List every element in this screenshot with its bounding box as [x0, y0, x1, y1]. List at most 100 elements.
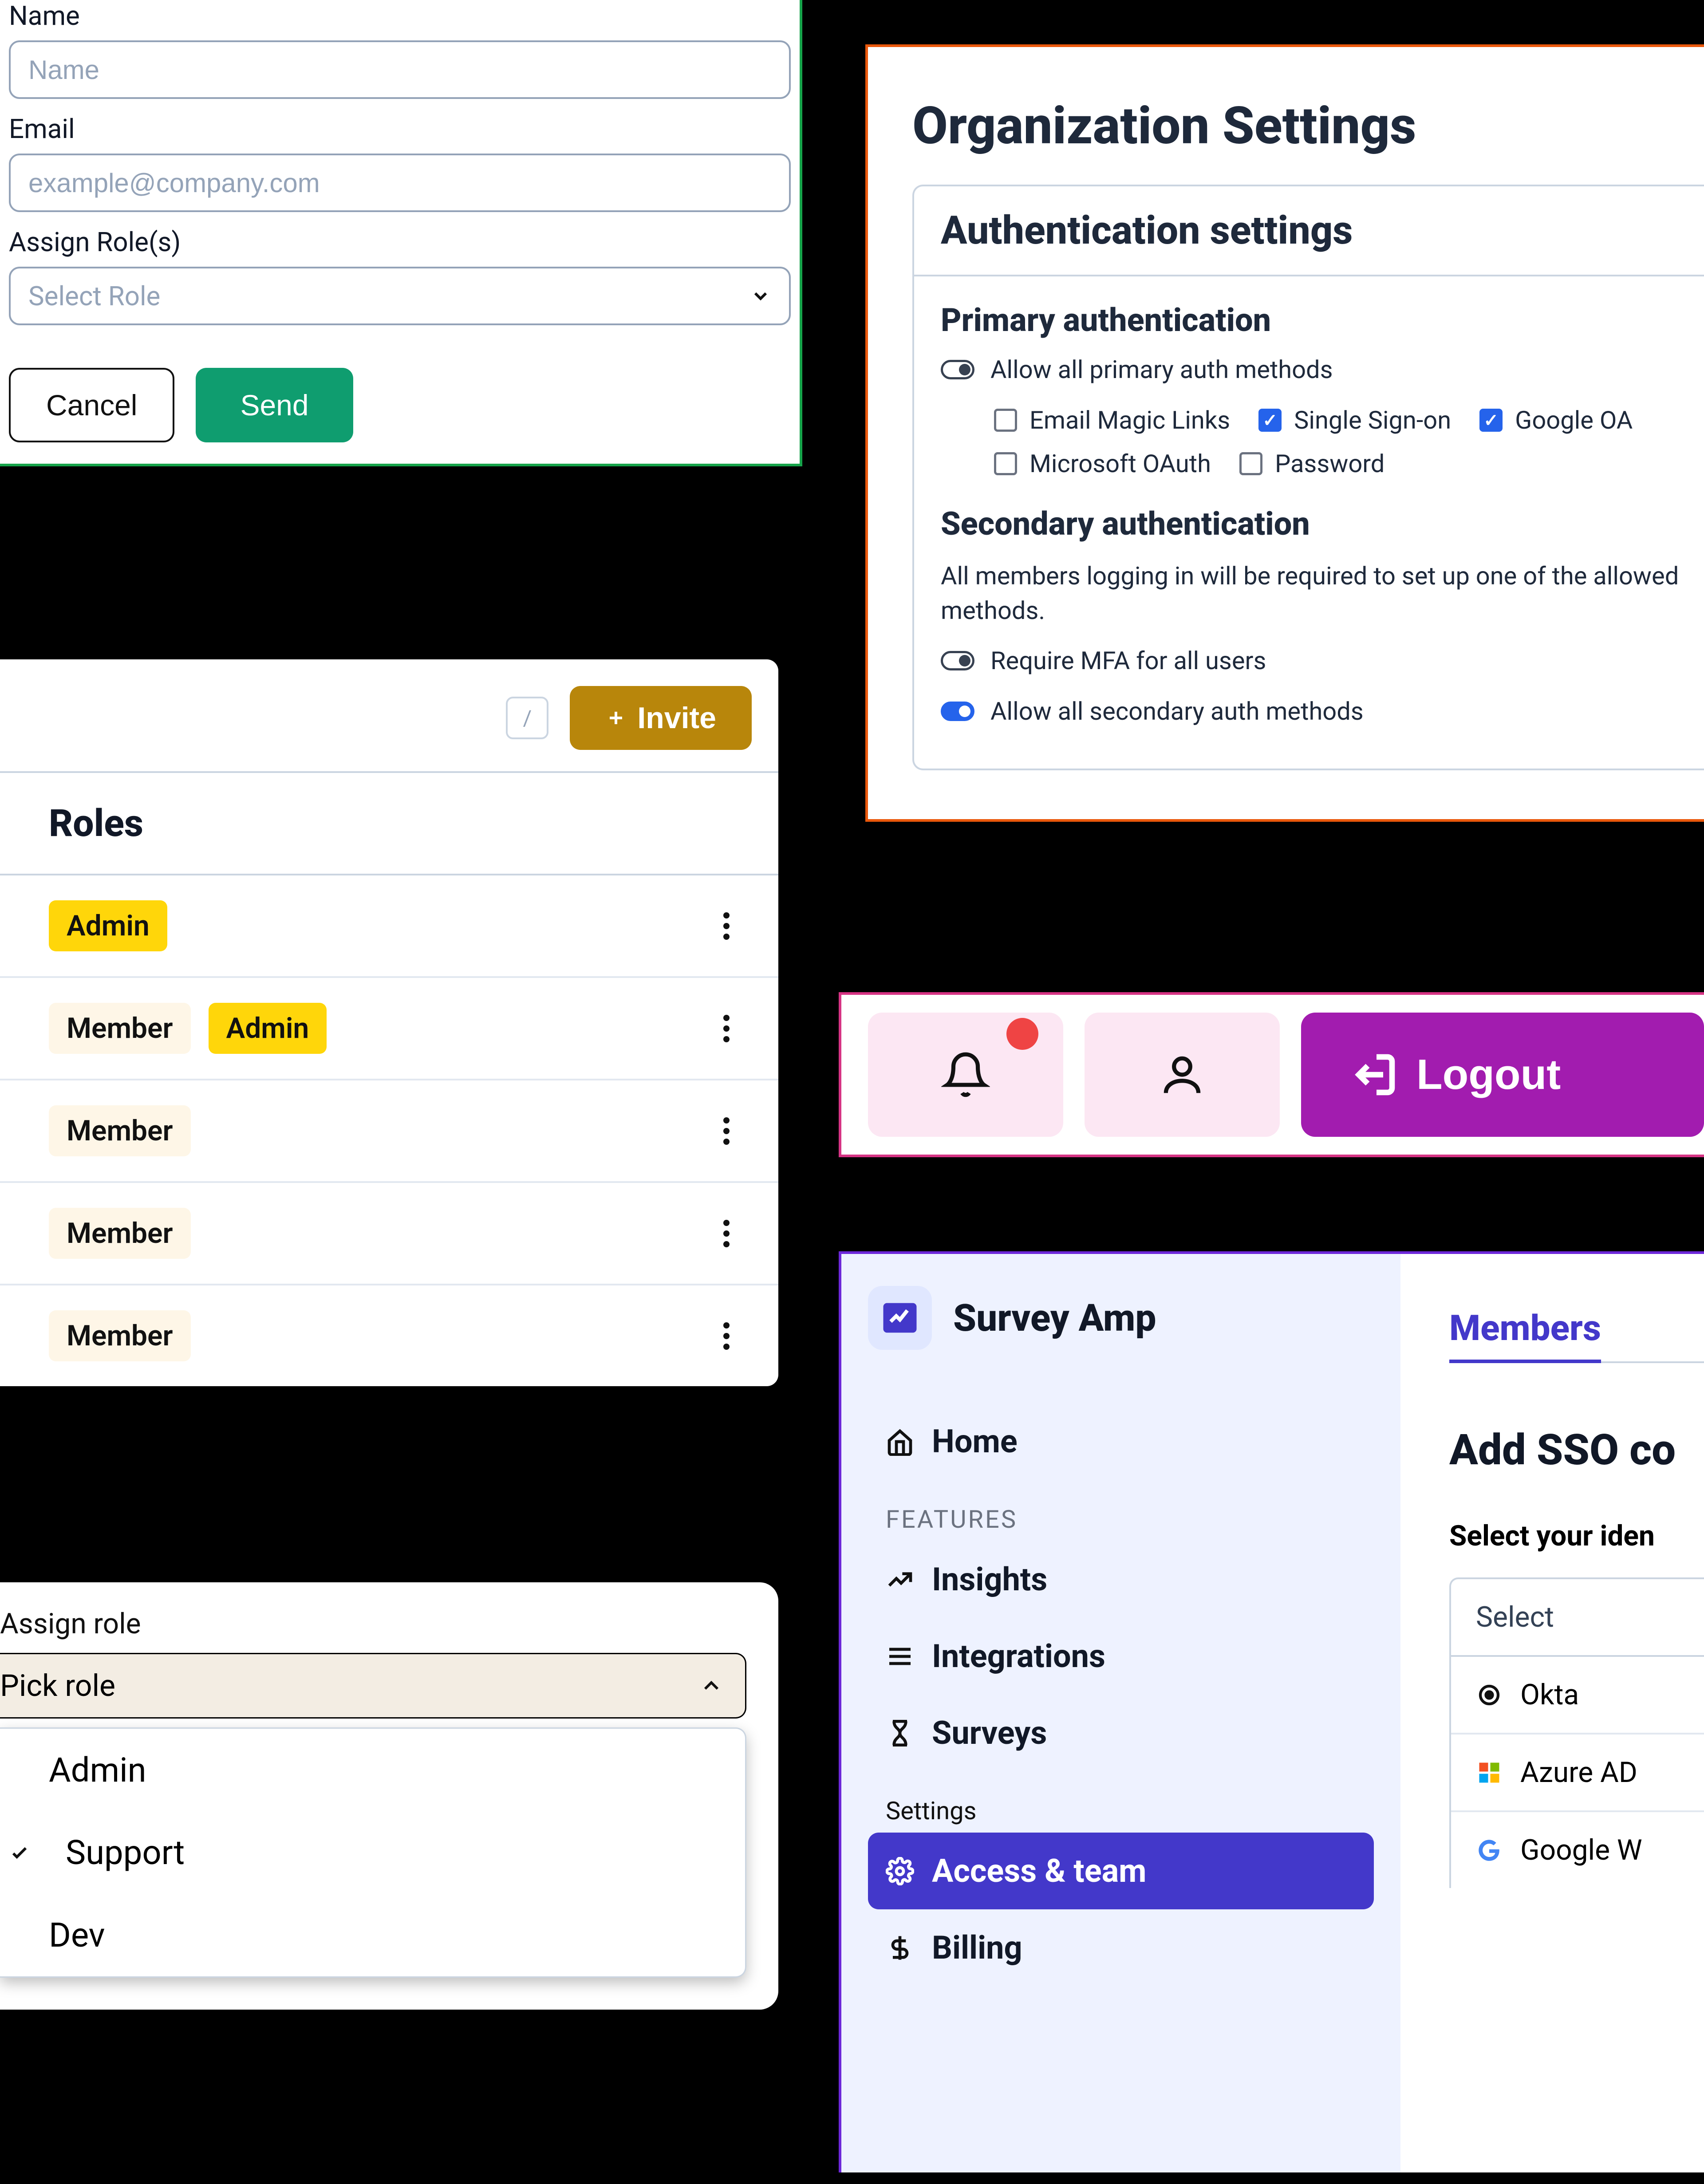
assign-role-value: Pick role — [0, 1668, 115, 1703]
logout-button[interactable]: Logout — [1301, 1013, 1704, 1137]
role-option-label: Support — [66, 1833, 185, 1873]
roles-heading: Roles — [0, 771, 778, 875]
user-icon — [1158, 1050, 1207, 1099]
sidebar-item-billing[interactable]: Billing — [868, 1909, 1374, 1986]
role-option-support[interactable]: Support — [0, 1811, 745, 1894]
magic-links-checkbox[interactable] — [994, 409, 1017, 432]
role-chip-member: Member — [49, 1310, 191, 1361]
row-menu-button[interactable] — [723, 1015, 730, 1042]
row-menu-button[interactable] — [723, 1322, 730, 1350]
idp-select[interactable]: Select — [1449, 1577, 1704, 1657]
sidebar-item-label: Billing — [932, 1929, 1022, 1967]
secondary-auth-description: All members logging in will be required … — [941, 559, 1704, 628]
assign-role-label: Assign role — [0, 1607, 746, 1640]
hourglass-icon — [886, 1719, 914, 1747]
gear-icon — [886, 1857, 914, 1885]
insights-icon — [886, 1565, 914, 1594]
sidebar-item-access-team[interactable]: Access & team — [868, 1833, 1374, 1909]
assign-role-menu: Admin Support Dev — [0, 1727, 746, 1978]
allow-secondary-label: Allow all secondary auth methods — [990, 697, 1364, 726]
idp-option-label: Okta — [1520, 1678, 1579, 1711]
idp-label: Select your iden — [1449, 1519, 1704, 1553]
role-select-placeholder: Select Role — [28, 280, 160, 312]
sidebar-item-integrations[interactable]: Integrations — [868, 1618, 1374, 1695]
microsoft-oauth-checkbox[interactable] — [994, 452, 1017, 475]
table-row: Member Admin — [0, 978, 778, 1080]
email-input[interactable] — [9, 154, 791, 212]
bell-icon — [941, 1050, 990, 1099]
table-row: Member — [0, 1080, 778, 1183]
sidebar-item-label: Home — [932, 1423, 1018, 1460]
role-option-admin[interactable]: Admin — [0, 1729, 745, 1811]
tab-members[interactable]: Members — [1449, 1307, 1601, 1363]
password-label: Password — [1275, 449, 1384, 478]
assign-role-select[interactable]: Pick role — [0, 1653, 746, 1719]
action-bar-panel: Logout — [839, 992, 1704, 1157]
require-mfa-label: Require MFA for all users — [990, 646, 1266, 675]
chevron-up-icon — [699, 1673, 724, 1698]
integrations-icon — [886, 1642, 914, 1671]
idp-option-okta[interactable]: Okta — [1451, 1657, 1704, 1735]
main-content: Members Add SSO co Select your iden Sele… — [1400, 1254, 1704, 2172]
logout-label: Logout — [1416, 1050, 1561, 1099]
okta-icon — [1476, 1682, 1503, 1708]
google-icon — [1476, 1837, 1503, 1864]
table-row: Member — [0, 1285, 778, 1386]
check-icon — [9, 1842, 30, 1863]
google-oauth-label: Google OA — [1515, 406, 1633, 435]
send-button[interactable]: Send — [196, 368, 353, 442]
idp-option-google[interactable]: Google W — [1451, 1812, 1704, 1888]
roles-label: Assign Role(s) — [9, 226, 791, 258]
sidebar-item-label: Integrations — [932, 1637, 1105, 1675]
auth-settings-card: Authentication settings Primary authenti… — [912, 185, 1704, 770]
survey-amp-panel: Survey Amp Home FEATURES Insights Integr… — [839, 1251, 1704, 2172]
require-mfa-toggle[interactable] — [941, 651, 974, 670]
name-input[interactable] — [9, 40, 791, 99]
sso-label: Single Sign-on — [1294, 406, 1451, 435]
sidebar-item-label: Surveys — [932, 1714, 1047, 1752]
allow-primary-toggle[interactable] — [941, 360, 974, 379]
role-select[interactable]: Select Role — [9, 267, 791, 325]
cancel-button[interactable]: Cancel — [9, 368, 174, 442]
name-label: Name — [9, 0, 791, 32]
invite-button-label: Invite — [637, 701, 716, 735]
logout-icon — [1345, 1048, 1399, 1101]
home-icon — [886, 1427, 914, 1456]
role-option-dev[interactable]: Dev — [0, 1894, 745, 1976]
notification-badge — [1006, 1018, 1038, 1050]
idp-option-azure[interactable]: Azure AD — [1451, 1735, 1704, 1812]
google-oauth-checkbox[interactable] — [1479, 409, 1503, 432]
azure-icon — [1476, 1759, 1503, 1786]
role-chip-member: Member — [49, 1003, 191, 1054]
row-menu-button[interactable] — [723, 1117, 730, 1145]
idp-option-label: Azure AD — [1520, 1756, 1637, 1789]
primary-auth-heading: Primary authentication — [941, 301, 1704, 339]
add-sso-heading: Add SSO co — [1449, 1425, 1704, 1475]
sso-checkbox[interactable] — [1258, 409, 1282, 432]
row-menu-button[interactable] — [723, 1220, 730, 1247]
keyboard-shortcut-hint: / — [506, 697, 548, 739]
invite-button[interactable]: Invite — [570, 686, 752, 750]
profile-button[interactable] — [1085, 1013, 1280, 1137]
dollar-icon — [886, 1934, 914, 1962]
allow-secondary-toggle[interactable] — [941, 702, 974, 721]
sidebar-item-insights[interactable]: Insights — [868, 1541, 1374, 1618]
auth-settings-heading: Authentication settings — [914, 186, 1704, 276]
role-chip-member: Member — [49, 1105, 191, 1156]
sidebar-item-surveys[interactable]: Surveys — [868, 1695, 1374, 1771]
notifications-button[interactable] — [868, 1013, 1063, 1137]
role-option-label: Dev — [49, 1915, 105, 1955]
table-row: Member — [0, 1183, 778, 1285]
sidebar-item-label: Access & team — [932, 1852, 1147, 1890]
role-chip-member: Member — [49, 1208, 191, 1259]
row-menu-button[interactable] — [723, 912, 730, 940]
role-option-label: Admin — [49, 1750, 146, 1790]
sidebar-item-home[interactable]: Home — [868, 1403, 1374, 1480]
password-checkbox[interactable] — [1239, 452, 1262, 475]
sidebar-item-label: Insights — [932, 1561, 1047, 1598]
brand-name: Survey Amp — [953, 1296, 1156, 1340]
idp-menu: Okta Azure AD Google W — [1449, 1657, 1704, 1888]
email-label: Email — [9, 113, 791, 145]
org-settings-panel: Organization Settings Authentication set… — [865, 44, 1704, 822]
sidebar-section-features: FEATURES — [868, 1480, 1374, 1541]
